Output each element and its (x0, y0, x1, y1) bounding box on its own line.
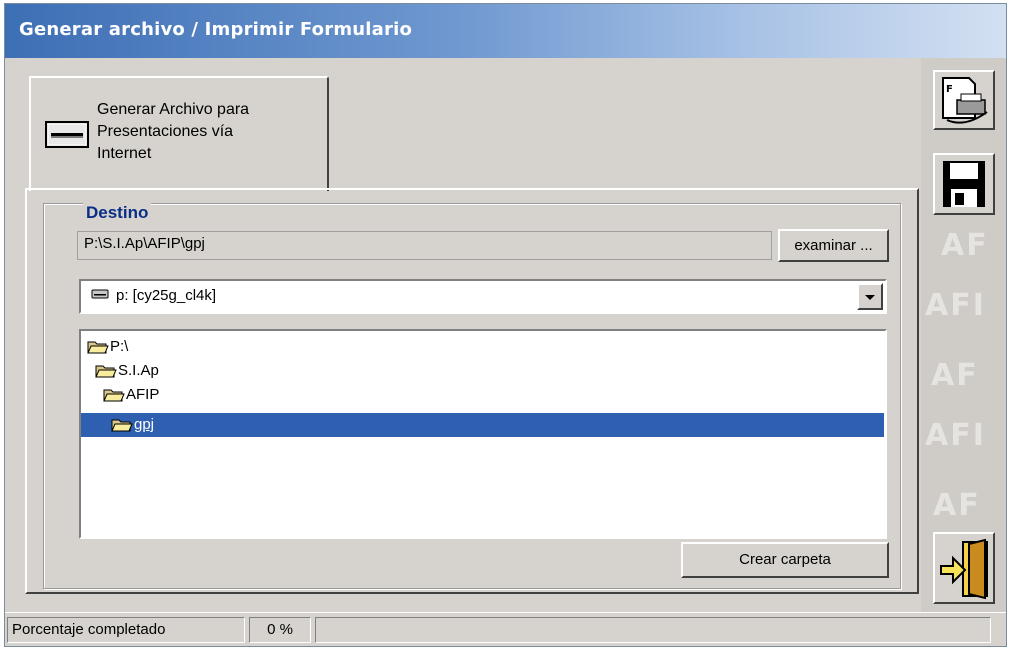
drive-select[interactable]: p: [cy25g_cl4k] (79, 279, 887, 314)
print-form-button[interactable]: F (933, 70, 995, 130)
folder-label: AFIP (126, 386, 160, 403)
drive-small-icon (91, 289, 109, 299)
status-label: Porcentaje completado (7, 617, 245, 643)
dropdown-arrow-button[interactable] (857, 283, 883, 310)
folder-node-root[interactable]: P:\ (87, 335, 128, 359)
folder-label: gpj (134, 416, 155, 433)
tab-panel: Destino P:\S.I.Ap\AFIP\gpj examinar ... … (25, 188, 919, 594)
chevron-down-icon (865, 295, 875, 300)
afip-watermark: AF (931, 358, 979, 393)
folder-label: S.I.Ap (118, 362, 159, 379)
folder-node-siap[interactable]: S.I.Ap (95, 359, 159, 383)
destino-group: Destino P:\S.I.Ap\AFIP\gpj examinar ... … (43, 203, 901, 589)
tab-generar-archivo[interactable]: Generar Archivo para Presentaciones vía … (29, 76, 329, 191)
destino-title: Destino (83, 203, 152, 223)
create-folder-button[interactable]: Crear carpeta (681, 542, 889, 578)
folder-node-afip[interactable]: AFIP (103, 383, 159, 407)
browse-button[interactable]: examinar ... (778, 229, 889, 262)
tab-label: Generar Archivo para Presentaciones vía … (97, 101, 250, 162)
exit-button[interactable] (933, 532, 995, 604)
open-folder-icon (111, 419, 133, 432)
exit-door-icon (940, 538, 988, 600)
open-folder-icon (95, 365, 117, 378)
title-bar[interactable]: Generar archivo / Imprimir Formulario (5, 4, 1006, 58)
drive-icon (45, 121, 89, 148)
folder-tree[interactable]: P:\ S.I.Ap AFIP gpj (79, 329, 887, 539)
folder-node-gpj[interactable]: gpj (81, 413, 884, 437)
window-title: Generar archivo / Imprimir Formulario (19, 19, 413, 40)
floppy-disk-icon (943, 161, 985, 207)
progress-percent: 0 % (249, 617, 311, 643)
printer-icon: F (942, 77, 988, 124)
afip-watermark: AFI (925, 418, 986, 453)
side-toolbar: AF AFI AF AFI AF F (921, 58, 1006, 612)
status-bar: Porcentaje completado 0 % (5, 612, 1006, 646)
afip-watermark: AF (933, 488, 981, 523)
destination-path-field[interactable]: P:\S.I.Ap\AFIP\gpj (77, 231, 772, 260)
window-body: Generar Archivo para Presentaciones vía … (5, 58, 1006, 612)
save-button[interactable] (933, 153, 995, 215)
afip-watermark: AF (941, 228, 989, 263)
main-window: Generar archivo / Imprimir Formulario Ge… (4, 3, 1007, 647)
afip-watermark: AFI (925, 288, 986, 323)
progress-bar-area (315, 617, 991, 643)
folder-label: P:\ (110, 338, 129, 355)
svg-text:F: F (946, 84, 953, 95)
drive-select-value: p: [cy25g_cl4k] (116, 287, 217, 304)
open-folder-icon (87, 341, 109, 354)
open-folder-icon (103, 389, 125, 402)
